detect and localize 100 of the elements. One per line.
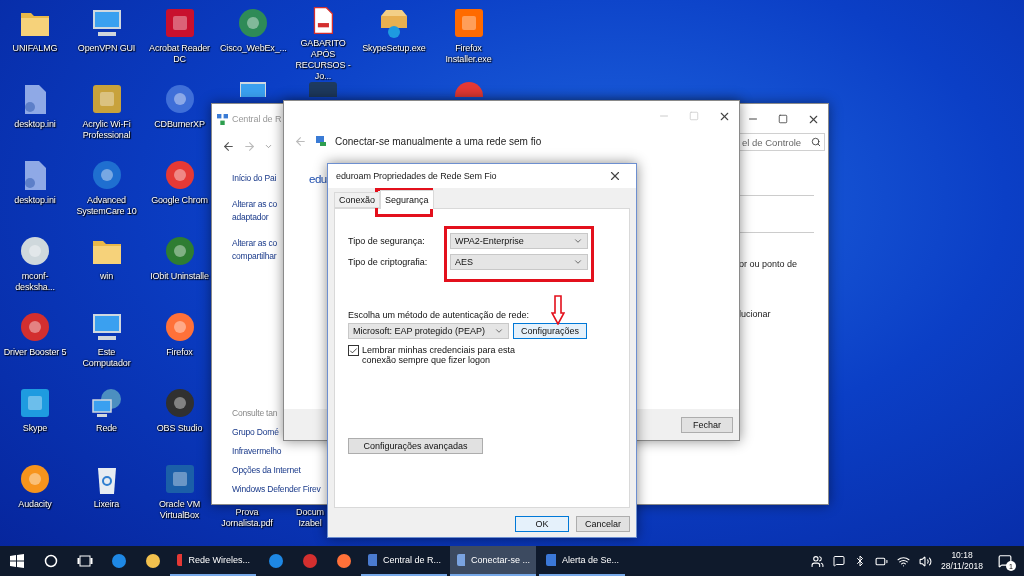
close-button[interactable]: Fechar bbox=[681, 416, 733, 433]
nav-link[interactable]: Windows Defender Firev bbox=[232, 484, 321, 494]
app-icon bbox=[336, 553, 352, 569]
icon-label[interactable]: Firefox bbox=[166, 347, 193, 358]
icon-label[interactable]: UNIFALMG bbox=[12, 43, 58, 54]
ok-button[interactable]: OK bbox=[515, 516, 569, 532]
icon-label[interactable]: Acrylic Wi-Fi Professional bbox=[73, 119, 140, 141]
app-icon bbox=[309, 82, 337, 97]
body-text: lucionar bbox=[739, 309, 772, 319]
notification-icon bbox=[998, 554, 1012, 568]
circle-icon bbox=[44, 554, 58, 568]
icon-label[interactable]: desktop.ini bbox=[14, 195, 56, 206]
wifi-icon[interactable] bbox=[897, 554, 911, 568]
icon-label[interactable]: Oracle VM VirtualBox bbox=[146, 499, 213, 521]
network-name: edu bbox=[309, 173, 327, 185]
chevron-down-icon bbox=[573, 236, 583, 246]
icon-label[interactable]: Audacity bbox=[18, 499, 52, 510]
network-icon bbox=[217, 113, 228, 125]
window-icon bbox=[456, 553, 465, 567]
app-icon bbox=[302, 553, 318, 569]
taskbar-window-button[interactable]: Rede Wireles... bbox=[170, 546, 256, 576]
icon-label[interactable]: OpenVPN GUI bbox=[77, 43, 136, 54]
settings-button[interactable]: Configurações bbox=[513, 323, 587, 339]
checkbox[interactable] bbox=[348, 345, 359, 356]
app-icon bbox=[18, 386, 52, 420]
checkbox-label: Lembrar minhas credenciais para esta conexão sempre que fizer logon bbox=[362, 345, 517, 365]
icon-label[interactable]: win bbox=[99, 271, 114, 282]
app-icon bbox=[111, 553, 127, 569]
search-field[interactable]: el de Controle bbox=[739, 133, 825, 151]
taskbar-window-button[interactable]: Conectar-se ... bbox=[450, 546, 536, 576]
nav-link[interactable]: Grupo Domé bbox=[232, 427, 279, 437]
down-arrow-drawing bbox=[551, 295, 565, 325]
section-heading: Consulte tan bbox=[232, 408, 278, 418]
nav-link[interactable]: Alterar as co adaptador bbox=[232, 198, 278, 224]
app-icon bbox=[18, 310, 52, 344]
icon-label[interactable]: CDBurnerXP bbox=[154, 119, 205, 130]
app-icon bbox=[145, 553, 161, 569]
field-label: Tipo de segurança: bbox=[348, 236, 426, 246]
maximize-icon bbox=[778, 114, 788, 124]
window-icon bbox=[176, 553, 183, 567]
task-view-icon bbox=[77, 555, 93, 567]
dropdown[interactable]: Microsoft: EAP protegido (PEAP) bbox=[348, 323, 509, 339]
icon-label[interactable]: Este Computador bbox=[73, 347, 140, 369]
network-icon bbox=[89, 386, 124, 420]
search-icon bbox=[811, 137, 821, 147]
taskbar-window-button[interactable]: Central de R... bbox=[361, 546, 447, 576]
nav-link[interactable]: Início do Pai bbox=[232, 172, 277, 185]
nav-link[interactable]: Infravermelho bbox=[232, 446, 282, 456]
app-icon bbox=[18, 234, 52, 268]
dialog-title: eduroam Propriedades de Rede Sem Fio bbox=[336, 171, 497, 181]
icon-label[interactable]: Google Chrom bbox=[151, 195, 208, 206]
field-label: Escolha um método de autenticação de rede: bbox=[348, 310, 531, 320]
computer-icon bbox=[240, 82, 266, 97]
icon-label[interactable]: Prova Jornalista.pdf bbox=[221, 507, 273, 529]
icon-label[interactable]: SkypeSetup.exe bbox=[362, 43, 426, 54]
nav-link[interactable]: Opções da Internet bbox=[232, 465, 301, 475]
icon-label[interactable]: desktop.ini bbox=[14, 119, 56, 130]
dropdown[interactable]: AES bbox=[450, 254, 588, 270]
field-label: Tipo de criptografia: bbox=[348, 257, 429, 267]
icon-label[interactable]: Rede bbox=[96, 423, 117, 434]
app-icon bbox=[454, 82, 483, 97]
chevron-down-icon bbox=[494, 326, 504, 336]
window-icon bbox=[545, 553, 556, 567]
icon-label[interactable]: IObit Uninstalle bbox=[150, 271, 209, 282]
window-icon bbox=[367, 553, 377, 567]
chevron-down-icon bbox=[573, 257, 583, 267]
app-icon bbox=[268, 553, 284, 569]
people-icon[interactable] bbox=[811, 554, 825, 568]
advanced-settings-button[interactable]: Configurações avançadas bbox=[348, 438, 483, 454]
windows-logo-icon bbox=[10, 554, 24, 568]
network-icon bbox=[315, 135, 327, 147]
window-heading: Conectar-se manualmente a uma rede sem fio bbox=[335, 135, 542, 147]
icon-label[interactable]: Acrobat Reader DC bbox=[146, 43, 213, 65]
dropdown[interactable]: WPA2-Enterprise bbox=[450, 233, 588, 249]
icon-label[interactable]: Advanced SystemCare 10 bbox=[73, 195, 140, 217]
icon-label[interactable]: Skype bbox=[22, 423, 48, 434]
taskbar-window-button[interactable]: Alerta de Se... bbox=[539, 546, 625, 576]
app-icon bbox=[18, 462, 52, 496]
tab[interactable]: Conexão bbox=[334, 192, 381, 208]
app-icon bbox=[236, 6, 270, 40]
clock[interactable]: 10:18 28/11/2018 bbox=[941, 550, 983, 572]
nav-link[interactable]: Alterar as co compartilhar bbox=[232, 237, 278, 263]
volume-icon[interactable] bbox=[919, 554, 933, 568]
icon-label[interactable]: mconf-desksha... bbox=[2, 271, 68, 293]
icon-label[interactable]: GABARITO APÓS RECURSOS - Jo... bbox=[290, 38, 356, 82]
icon-label[interactable]: Firefox Installer.exe bbox=[435, 43, 502, 65]
icon-label[interactable]: Lixeira bbox=[93, 499, 120, 510]
icon-label[interactable]: Docum Izabel bbox=[296, 507, 324, 529]
cancel-button[interactable]: Cancelar bbox=[576, 516, 630, 532]
icon-label[interactable]: Cisco_WebEx_... bbox=[220, 43, 286, 54]
tab[interactable]: Segurança bbox=[380, 190, 434, 209]
window-title: Central de R bbox=[232, 114, 282, 124]
back-button[interactable] bbox=[222, 139, 235, 153]
close-icon bbox=[608, 169, 622, 183]
icon-label[interactable]: OBS Studio bbox=[156, 423, 203, 434]
highlight-frame bbox=[375, 188, 433, 217]
check-icon bbox=[349, 345, 358, 356]
maximize-icon bbox=[689, 111, 699, 121]
icon-label[interactable]: Driver Booster 5 bbox=[3, 347, 67, 358]
chat-icon[interactable] bbox=[833, 555, 846, 567]
